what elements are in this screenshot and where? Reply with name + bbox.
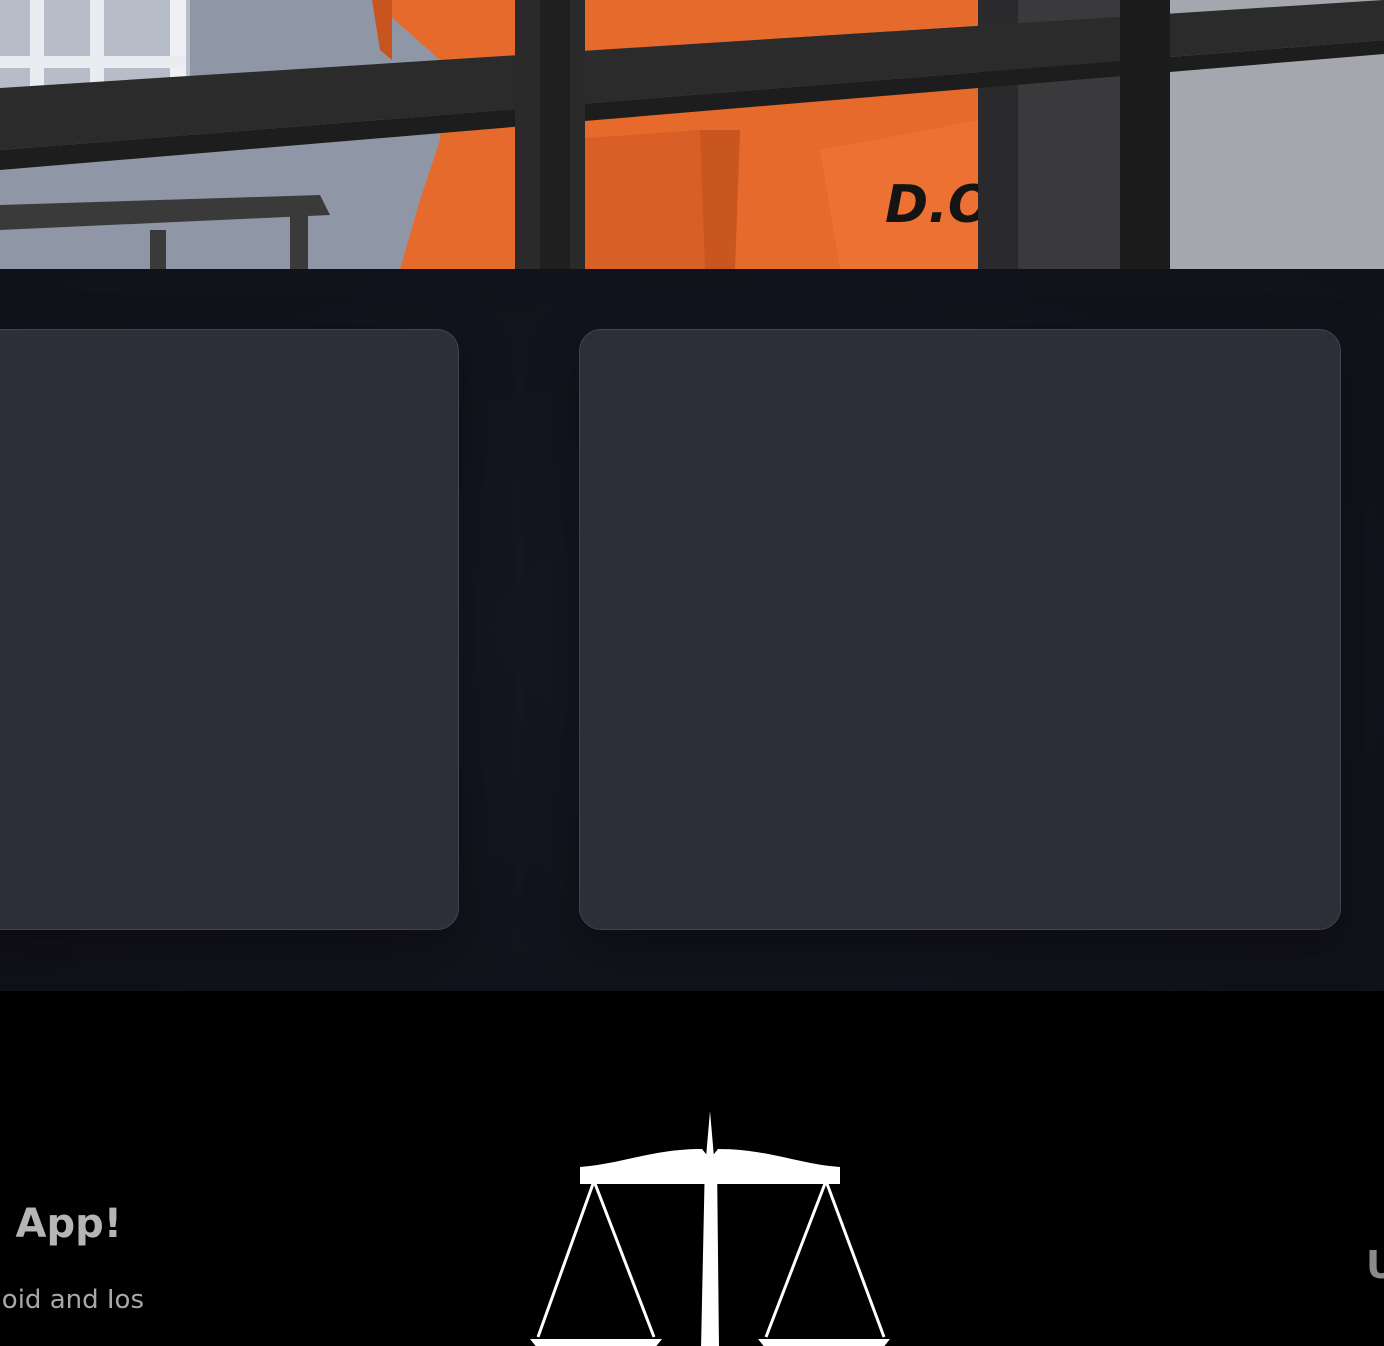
feature-card-left: [0, 329, 459, 930]
page: D.O.C App! oid and Ios U: [0, 0, 1384, 1346]
download-app-title: App!: [15, 1201, 122, 1247]
download-app-subtitle: oid and Ios: [1, 1285, 144, 1315]
feature-card-right: [579, 329, 1341, 930]
scales-of-justice-icon: [528, 1109, 893, 1346]
footer-right-heading: U: [1366, 1243, 1384, 1287]
hero-photo-illustration: D.O.C: [0, 0, 1384, 269]
cards-section: [0, 269, 1384, 991]
footer: App! oid and Ios U: [0, 991, 1384, 1346]
hero-image: D.O.C: [0, 0, 1384, 269]
